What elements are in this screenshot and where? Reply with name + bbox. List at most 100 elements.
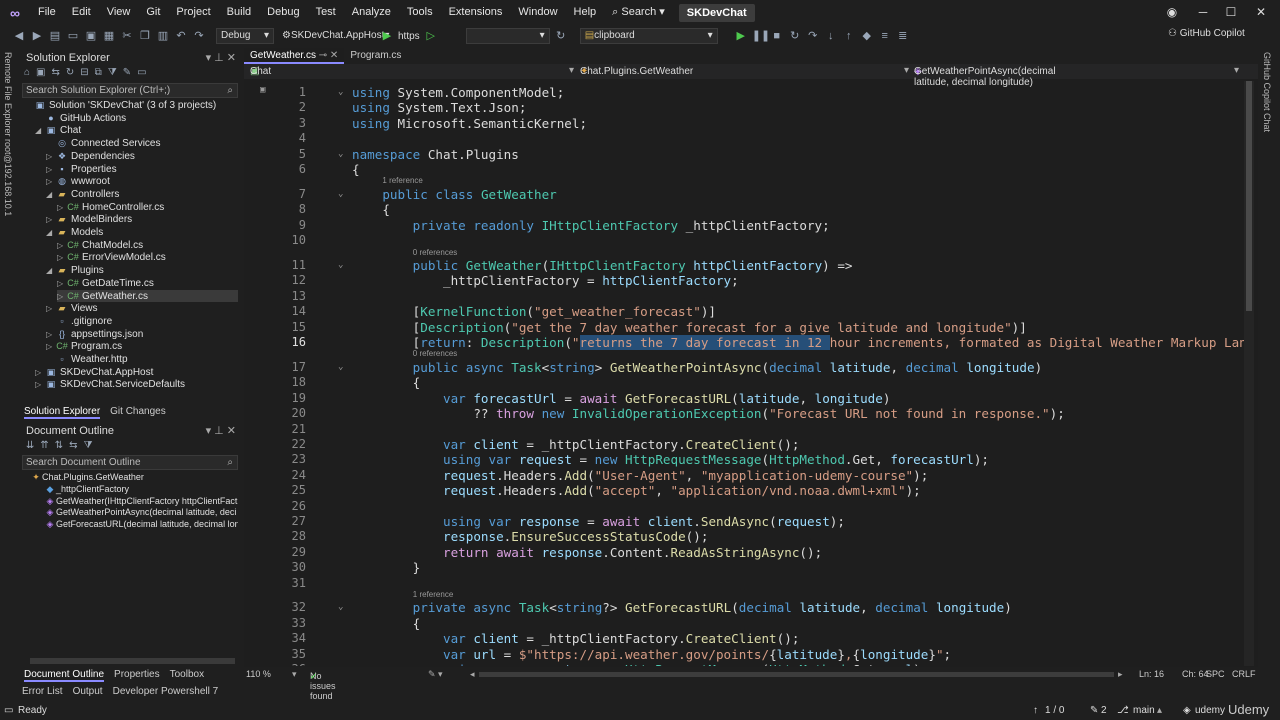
- horizontal-scrollbar[interactable]: [479, 672, 1114, 677]
- code-line[interactable]: 24 request.Headers.Add("User-Agent", "my…: [244, 468, 1244, 483]
- expand-icon[interactable]: ⇈: [40, 440, 48, 451]
- fold-toggle-icon[interactable]: ⌄: [338, 147, 343, 162]
- tree-item[interactable]: ▷ ◍ wwwroot: [46, 175, 238, 188]
- launch-profile-label[interactable]: https: [398, 31, 420, 42]
- tree-item[interactable]: ▷ C# HomeController.cs: [57, 201, 238, 214]
- scroll-left-icon[interactable]: ◂: [470, 669, 475, 680]
- tab-toolbox[interactable]: Toolbox: [170, 668, 204, 682]
- tree-item[interactable]: ▷ ❖ Dependencies: [46, 150, 238, 163]
- expand-arrow-icon[interactable]: ▷: [57, 240, 67, 252]
- tree-item[interactable]: ◢ ▰ Models: [46, 226, 238, 239]
- tree-item[interactable]: ▷ ▰ Views: [46, 302, 238, 315]
- commit-counter[interactable]: 1 / 0: [1045, 705, 1064, 716]
- scrollbar-thumb[interactable]: [1246, 81, 1252, 311]
- code-line[interactable]: 13: [244, 289, 1244, 304]
- filter-icon[interactable]: ⧩: [84, 440, 93, 451]
- restart-icon[interactable]: ↻: [788, 29, 802, 43]
- new-project-icon[interactable]: ▤: [48, 29, 62, 43]
- save-icon[interactable]: ▣: [84, 29, 98, 43]
- fold-toggle-icon[interactable]: ⌄: [338, 187, 343, 202]
- tab-properties[interactable]: Properties: [114, 668, 160, 682]
- code-line[interactable]: 1 ⌄ using System.ComponentModel;: [244, 85, 1244, 100]
- code-line[interactable]: 36 using var request = new HttpRequestMe…: [244, 662, 1244, 666]
- code-area[interactable]: ▣ 1 ⌄ using System.ComponentModel; 2 using S…: [244, 81, 1244, 666]
- brush-icon[interactable]: ✎ ▾: [428, 669, 443, 680]
- code-line[interactable]: 23 using var request = new HttpRequestMe…: [244, 452, 1244, 467]
- expand-arrow-icon[interactable]: ▷: [57, 278, 67, 290]
- debug-target-select[interactable]: ▾: [465, 28, 550, 44]
- start-without-debug-icon[interactable]: ▷: [424, 29, 438, 43]
- outline-item[interactable]: ✦ Chat.Plugins.GetWeather: [30, 471, 238, 484]
- menu-help[interactable]: Help: [566, 0, 605, 25]
- switch-views-icon[interactable]: ▣: [36, 67, 45, 81]
- code-line[interactable]: 20 ?? throw new InvalidOperationExceptio…: [244, 406, 1244, 421]
- tree-item[interactable]: ▷ ▣ SKDevChat.ServiceDefaults: [35, 378, 238, 391]
- visual-studio-logo-icon[interactable]: ∞: [0, 0, 30, 25]
- code-line[interactable]: 33 {: [244, 616, 1244, 631]
- code-line[interactable]: 17 ⌄ public async Task<string> GetWeather…: [244, 360, 1244, 375]
- codelens-references[interactable]: 0 references: [413, 349, 457, 358]
- code-line[interactable]: 35 var url = $"https://api.weather.gov/p…: [244, 647, 1244, 662]
- tree-item[interactable]: ▣ Solution 'SKDevChat' (3 of 3 projects): [24, 99, 238, 112]
- outline-item[interactable]: ◈ GetWeather(IHttpClientFactory httpClien…: [44, 495, 238, 508]
- code-line[interactable]: 3 using Microsoft.SemanticKernel;: [244, 116, 1244, 131]
- menu-extensions[interactable]: Extensions: [441, 0, 511, 25]
- stop-icon[interactable]: ■: [770, 29, 784, 43]
- code-line[interactable]: 18 {: [244, 375, 1244, 390]
- tree-item[interactable]: ▷ ▪ Properties: [46, 163, 238, 176]
- codelens-references[interactable]: 0 references: [413, 248, 457, 257]
- continue-icon[interactable]: ▶: [734, 29, 748, 43]
- sync-icon[interactable]: ⇆: [69, 440, 77, 451]
- expand-arrow-icon[interactable]: ▷: [46, 329, 56, 341]
- pin-icon[interactable]: ⊸: [319, 50, 327, 61]
- properties-icon[interactable]: ✎: [123, 67, 131, 81]
- save-all-icon[interactable]: ▦: [102, 29, 116, 43]
- expand-arrow-icon[interactable]: ▷: [35, 367, 45, 379]
- code-line[interactable]: 32 ⌄ private async Task<string?> GetForec…: [244, 600, 1244, 615]
- outline-item[interactable]: ◆ _httpClientFactory: [44, 483, 238, 496]
- collapse-all-icon[interactable]: ⊟: [80, 67, 88, 81]
- expand-arrow-icon[interactable]: ◢: [35, 125, 45, 137]
- refresh-icon[interactable]: ↻: [66, 67, 74, 81]
- column-indicator[interactable]: Ch: 64: [1182, 669, 1209, 679]
- fold-toggle-icon[interactable]: ⌄: [338, 85, 343, 100]
- configuration-select[interactable]: Debug ▾: [216, 28, 274, 44]
- code-line[interactable]: 9 private readonly IHttpClientFactory _h…: [244, 218, 1244, 233]
- code-line[interactable]: 14 [KernelFunction("get_weather_forecast…: [244, 304, 1244, 319]
- tree-item[interactable]: ▷ ▣ SKDevChat.AppHost: [35, 366, 238, 379]
- branch-name[interactable]: main: [1133, 705, 1155, 716]
- code-line[interactable]: 11 ⌄ public GetWeather(IHttpClientFactory…: [244, 258, 1244, 273]
- menu-debug[interactable]: Debug: [259, 0, 307, 25]
- tree-item[interactable]: ▷ C# ChatModel.cs: [57, 239, 238, 252]
- tree-item[interactable]: ▷ C# GetWeather.cs: [57, 289, 238, 303]
- outline-item[interactable]: ◈ GetForecastURL(decimal latitude, decima…: [44, 518, 238, 531]
- refresh-icon[interactable]: ↻: [554, 29, 568, 43]
- code-line[interactable]: 26: [244, 499, 1244, 514]
- panel-controls[interactable]: ▾ ⊥ ✕: [206, 422, 236, 440]
- expand-arrow-icon[interactable]: ▷: [46, 341, 56, 353]
- open-file-icon[interactable]: ▭: [66, 29, 80, 43]
- close-window-button[interactable]: ✕: [1244, 0, 1278, 25]
- home-icon[interactable]: ⌂: [24, 67, 30, 81]
- line-indicator[interactable]: Ln: 16: [1139, 669, 1164, 679]
- tab-document-outline[interactable]: Document Outline: [24, 668, 105, 682]
- expand-arrow-icon[interactable]: ▷: [46, 151, 56, 163]
- sort-icon[interactable]: ⇅: [55, 440, 63, 451]
- code-line[interactable]: 4: [244, 131, 1244, 146]
- tab-developer-powershell[interactable]: Developer Powershell 7: [113, 685, 219, 699]
- outline-hscroll[interactable]: [30, 658, 235, 664]
- menu-edit[interactable]: Edit: [64, 0, 99, 25]
- github-copilot-button[interactable]: ⚇ GitHub Copilot: [1168, 28, 1245, 39]
- expand-arrow-icon[interactable]: ▷: [46, 214, 56, 226]
- outline-search-input[interactable]: Search Document Outline ⌕: [22, 455, 238, 470]
- menu-window[interactable]: Window: [510, 0, 565, 25]
- github-copilot-chat-tab[interactable]: GitHub Copilot Chat: [1262, 52, 1272, 132]
- tree-item[interactable]: ▷ ▰ ModelBinders: [46, 213, 238, 226]
- tab-output[interactable]: Output: [73, 685, 103, 699]
- code-line[interactable]: 2 using System.Text.Json;: [244, 100, 1244, 115]
- codelens-references[interactable]: 1 reference: [382, 176, 422, 185]
- tree-item[interactable]: ◢ ▣ Chat: [35, 124, 238, 137]
- comment-icon[interactable]: ≡: [878, 29, 892, 43]
- code-line[interactable]: 8 {: [244, 202, 1244, 217]
- copy-icon[interactable]: ❐: [138, 29, 152, 43]
